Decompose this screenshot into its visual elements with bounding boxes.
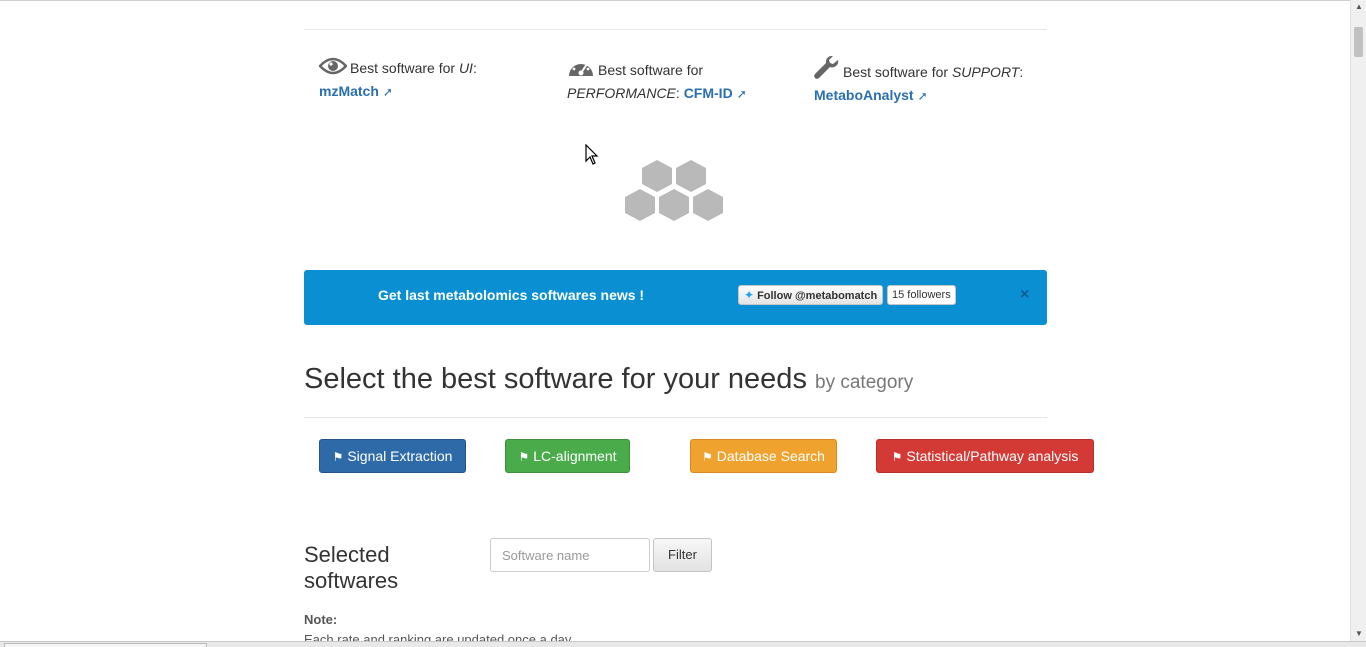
note-label: Note: bbox=[304, 612, 338, 627]
category-label: Statistical/Pathway analysis bbox=[906, 448, 1079, 464]
selected-softwares-title: Selected softwares bbox=[304, 542, 399, 593]
best-support-link[interactable]: MetaboAnalyst bbox=[814, 87, 914, 103]
note-text: Each rate and ranking are updated once a… bbox=[304, 632, 572, 641]
category-label: LC-alignment bbox=[533, 448, 617, 464]
twitter-bird-icon: ✦ bbox=[744, 288, 755, 302]
news-banner-text: Get last metabolomics softwares news ! bbox=[378, 287, 645, 303]
tag-icon: ⚑ bbox=[518, 450, 530, 464]
eye-icon bbox=[318, 56, 348, 81]
divider bbox=[304, 29, 1047, 30]
category-statistical-pathway-button[interactable]: ⚑ Statistical/Pathway analysis bbox=[876, 439, 1094, 473]
software-name-input[interactable] bbox=[490, 538, 650, 572]
best-ui-category: UI bbox=[458, 60, 473, 76]
status-bar-segment bbox=[4, 643, 207, 647]
category-signal-extraction-button[interactable]: ⚑ Signal Extraction bbox=[319, 439, 466, 473]
scroll-down-arrow-icon[interactable]: ▼ bbox=[1351, 627, 1366, 641]
best-performance-category: PERFORMANCE bbox=[567, 85, 676, 101]
scroll-up-arrow-icon[interactable]: ▲ bbox=[1351, 0, 1366, 14]
tag-icon: ⚑ bbox=[891, 450, 903, 464]
best-performance-link[interactable]: CFM-ID bbox=[684, 85, 733, 101]
twitter-follower-count[interactable]: 15 followers bbox=[887, 285, 956, 305]
status-bar bbox=[0, 641, 1366, 647]
external-link-icon[interactable]: ➚ bbox=[737, 87, 747, 101]
external-link-icon[interactable]: ➚ bbox=[918, 89, 928, 103]
wrench-icon bbox=[814, 55, 840, 85]
divider bbox=[304, 417, 1047, 418]
best-support: Best software for SUPPORT: MetaboAnalyst… bbox=[814, 55, 1044, 106]
hexagon-logo-icon bbox=[622, 157, 726, 228]
best-performance-prefix: Best software for bbox=[598, 62, 704, 78]
scrollbar-thumb[interactable] bbox=[1354, 27, 1363, 57]
category-label: Database Search bbox=[716, 448, 825, 464]
filter-button[interactable]: Filter bbox=[653, 538, 712, 572]
twitter-follow-button[interactable]: ✦ Follow @metabomatch bbox=[738, 285, 884, 305]
tag-icon: ⚑ bbox=[702, 450, 713, 464]
twitter-follow-label: Follow @metabomatch bbox=[757, 290, 878, 302]
external-link-icon[interactable]: ➚ bbox=[383, 85, 393, 99]
news-banner: Get last metabolomics softwares news ! ✦… bbox=[304, 270, 1047, 325]
vertical-scrollbar[interactable]: ▲ ▼ bbox=[1350, 0, 1366, 641]
best-ui-prefix: Best software for bbox=[350, 60, 459, 76]
category-lc-alignment-button[interactable]: ⚑ LC-alignment bbox=[505, 439, 630, 473]
tag-icon: ⚑ bbox=[332, 450, 344, 464]
best-support-category: SUPPORT bbox=[951, 64, 1020, 80]
page-title-text: Select the best software for your needs bbox=[304, 363, 807, 395]
best-support-prefix: Best software for bbox=[843, 64, 952, 80]
speedometer-icon bbox=[567, 56, 595, 83]
close-icon[interactable]: × bbox=[1020, 286, 1029, 304]
category-database-search-button[interactable]: ⚑ Database Search bbox=[690, 439, 837, 473]
page-viewport: Best software for UI: mzMatch ➚ Best soft… bbox=[0, 0, 1350, 641]
best-ui: Best software for UI: mzMatch ➚ bbox=[318, 56, 489, 102]
best-ui-link[interactable]: mzMatch bbox=[319, 83, 379, 99]
best-performance: Best software for PERFORMANCE: CFM-ID ➚ bbox=[567, 56, 767, 104]
page-title: Select the best software for your needs … bbox=[304, 363, 913, 396]
category-label: Signal Extraction bbox=[347, 448, 453, 464]
page-subtitle: by category bbox=[815, 372, 914, 393]
mouse-cursor-icon bbox=[585, 143, 599, 171]
